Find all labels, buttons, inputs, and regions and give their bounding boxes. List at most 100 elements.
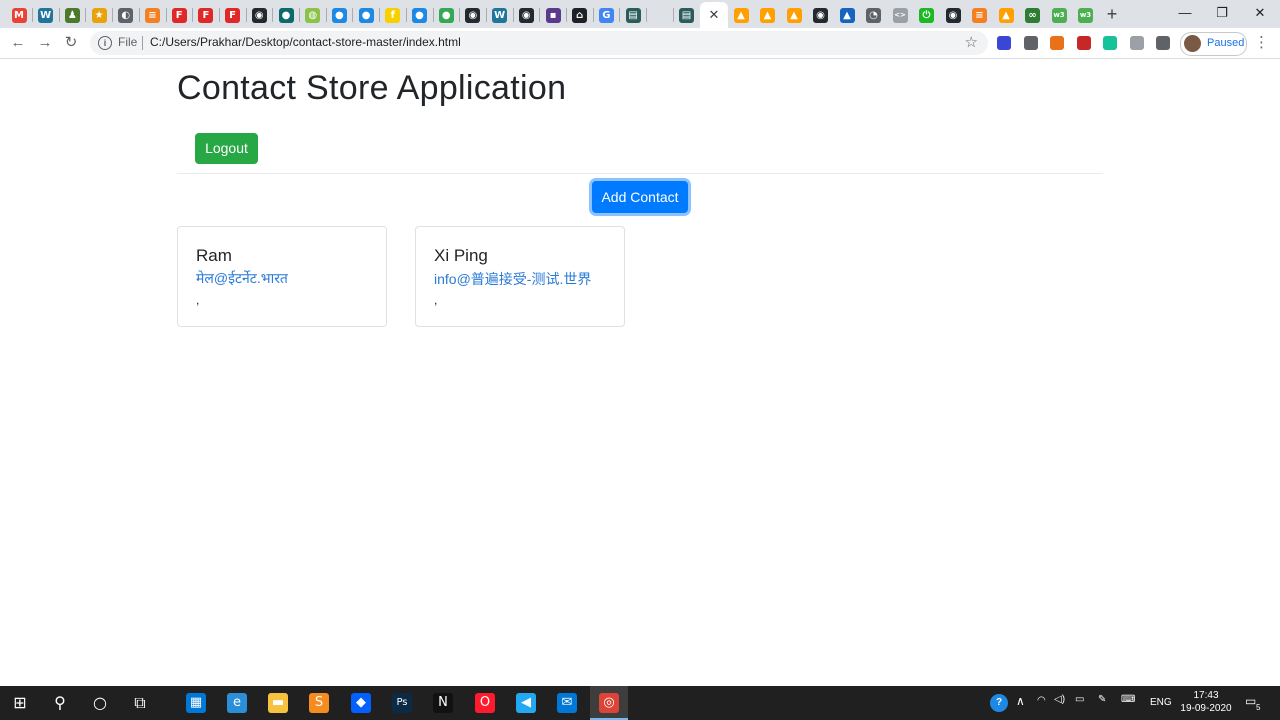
browser-tab[interactable]: F [220, 4, 246, 26]
browser-tab[interactable]: ◉ [246, 4, 272, 26]
maximize-button[interactable]: ❐ [1207, 4, 1237, 22]
battery-icon[interactable]: ▭ [1075, 694, 1084, 705]
browser-tab[interactable] [647, 4, 673, 26]
sublime-icon[interactable]: S [309, 693, 329, 713]
browser-tab[interactable]: ★ [86, 4, 112, 26]
browser-tab[interactable]: ● [326, 4, 352, 26]
forward-button[interactable]: → [35, 33, 55, 53]
browser-tab[interactable]: ▲ [834, 4, 860, 26]
close-tab-icon[interactable]: ✕ [709, 7, 720, 23]
browser-tab[interactable]: W [487, 4, 513, 26]
bookmark-star-icon[interactable]: ☆ [965, 33, 978, 51]
browser-tab[interactable]: ▲ [993, 4, 1019, 26]
windows-start-icon[interactable]: ⊞ [10, 693, 30, 713]
firebase-icon: ▲ [786, 7, 802, 23]
browser-tab[interactable]: F [166, 4, 192, 26]
clock[interactable]: 17:43 19-09-2020 [1176, 689, 1236, 715]
browser-tab[interactable]: ▲ [728, 4, 754, 26]
task-view-icon[interactable]: ⧉ [130, 693, 150, 713]
url-text[interactable]: C:/Users/Prakhar/Desktop/contact-store-m… [150, 35, 461, 49]
browser-tab[interactable]: ● [433, 4, 459, 26]
contact-email-link[interactable]: मेल@ईटर्नेट.भारत [196, 269, 288, 288]
site-info-icon[interactable]: i [98, 36, 112, 50]
minimize-button[interactable]: — [1170, 4, 1200, 22]
opera-icon[interactable]: O [475, 693, 495, 713]
browser-tab[interactable]: ◉ [808, 4, 834, 26]
bars-ext-icon[interactable] [997, 36, 1011, 50]
help-icon[interactable]: ? [990, 694, 1008, 712]
record-ext-icon[interactable] [1076, 36, 1091, 50]
contact-name: Xi Ping [434, 246, 488, 265]
go-ext-icon[interactable] [1050, 36, 1064, 50]
volume-icon[interactable]: ◁) [1054, 694, 1065, 705]
scheme-label: File [118, 35, 138, 49]
browser-tab[interactable]: ● [407, 4, 433, 26]
browser-tab[interactable]: ≡ [967, 4, 993, 26]
browser-tab[interactable]: ▤ [674, 4, 700, 26]
browser-tab[interactable]: f [380, 4, 406, 26]
chrome-menu-icon[interactable]: ⋮ [1254, 33, 1269, 51]
file-explorer-icon[interactable]: ▬ [268, 693, 288, 713]
info-circle-icon: ● [331, 7, 347, 23]
vscode-icon[interactable]: ◀ [516, 693, 536, 713]
browser-tab[interactable]: M [6, 4, 32, 26]
browser-tab[interactable]: F [193, 4, 219, 26]
browser-tab[interactable]: ≡ [140, 4, 166, 26]
close-window-button[interactable]: ✕ [1245, 4, 1275, 22]
shield-ext-icon[interactable] [1023, 36, 1038, 50]
add-contact-button[interactable]: Add Contact [592, 181, 688, 213]
browser-tab[interactable]: ▲ [781, 4, 807, 26]
notification-icon[interactable]: ▭ [1245, 694, 1256, 708]
logout-button[interactable]: Logout [195, 133, 258, 164]
owl-icon: ◔ [866, 7, 881, 23]
photoshop-icon[interactable]: Ps [392, 693, 412, 713]
browser-tab[interactable]: ⏻ [914, 4, 940, 26]
pen-icon[interactable]: ✎ [1098, 694, 1106, 705]
browser-tab[interactable]: W [33, 4, 59, 26]
browser-tab[interactable]: w3 [1073, 4, 1099, 26]
browser-tab[interactable]: ● [353, 4, 379, 26]
address-bar[interactable]: i File C:/Users/Prakhar/Desktop/contact-… [90, 31, 988, 55]
store-icon[interactable]: ▦ [186, 693, 206, 713]
browser-tab[interactable]: ◉ [460, 4, 486, 26]
browser-tab[interactable]: G [593, 4, 619, 26]
browser-tab[interactable]: ▪ [540, 4, 566, 26]
browser-tab[interactable]: <> [887, 4, 913, 26]
edge-icon[interactable]: e [227, 693, 247, 713]
browser-tab[interactable]: ◍ [300, 4, 326, 26]
chrome-icon[interactable]: ◎ [599, 693, 619, 713]
browser-tab[interactable]: ∞ [1020, 4, 1046, 26]
firebase-icon: ▲ [733, 7, 749, 23]
grammarly-icon[interactable] [1103, 36, 1117, 50]
language-indicator[interactable]: ENG [1150, 697, 1172, 708]
back-button[interactable]: ← [8, 33, 28, 53]
mail-icon[interactable]: ✉ [557, 693, 577, 713]
browser-tab[interactable]: ⌂ [567, 4, 593, 26]
dropbox-icon[interactable]: ◆ [351, 693, 371, 713]
wifi-icon[interactable]: ◠ [1037, 695, 1046, 706]
w3-icon: w3 [1051, 7, 1067, 23]
wordpress-icon: W [38, 7, 54, 23]
contact-email-link[interactable]: info@普遍接受-测试.世界 [434, 269, 591, 289]
search-icon[interactable]: ⚲ [50, 693, 70, 713]
tray-chevron-icon[interactable]: ∧ [1016, 694, 1025, 708]
page-title: Contact Store Application [177, 69, 567, 107]
lock-ext-icon[interactable] [1129, 36, 1144, 50]
browser-tab[interactable]: ◉ [513, 4, 539, 26]
keyboard-icon[interactable]: ⌨ [1121, 694, 1135, 705]
new-tab-button[interactable]: + [1103, 4, 1121, 24]
browser-tab[interactable]: ◔ [861, 4, 887, 26]
browser-tab[interactable]: w3 [1046, 4, 1072, 26]
browser-tab[interactable]: ◐ [113, 4, 139, 26]
reload-button[interactable]: ↻ [61, 33, 81, 53]
puzzle-icon[interactable] [1156, 36, 1170, 50]
browser-tab[interactable]: ▤ [620, 4, 646, 26]
browser-tab[interactable]: ♟ [59, 4, 85, 26]
browser-tab[interactable]: ◉ [940, 4, 966, 26]
active-tab[interactable]: ✕ [700, 2, 728, 28]
browser-tab[interactable]: ● [273, 4, 299, 26]
cortana-icon[interactable]: ○ [90, 693, 110, 713]
netflix-icon[interactable]: N [433, 693, 453, 713]
browser-tab[interactable]: ▲ [755, 4, 781, 26]
profile-button[interactable]: Paused [1180, 32, 1247, 56]
